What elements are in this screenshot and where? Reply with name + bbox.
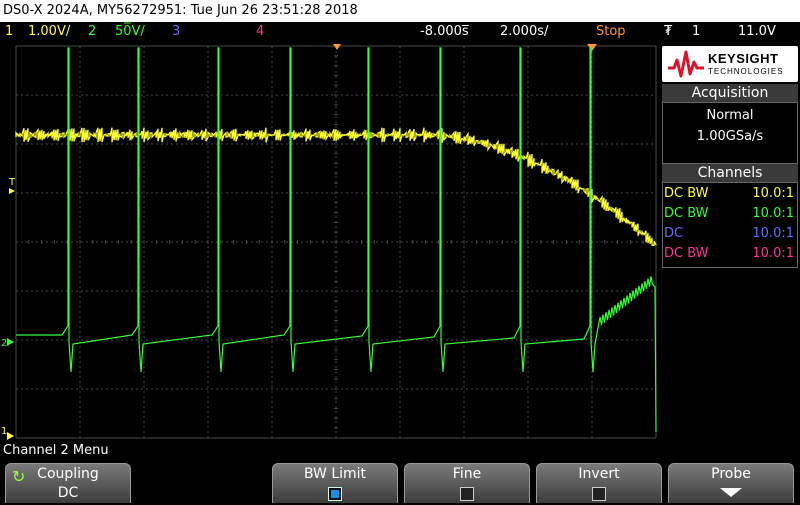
fine-softkey[interactable]: Fine bbox=[404, 463, 530, 503]
ch3-number[interactable]: 3 bbox=[172, 22, 180, 42]
info-panel: KEYSIGHT TECHNOLOGIES Acquisition Normal… bbox=[660, 42, 800, 442]
trigger-source[interactable]: 1 bbox=[692, 22, 700, 42]
acquisition-header[interactable]: Acquisition bbox=[662, 84, 798, 102]
chevron-down-icon bbox=[720, 488, 742, 497]
keysight-wave-icon bbox=[668, 50, 704, 78]
brand-name: KEYSIGHT bbox=[708, 51, 779, 66]
bw-limit-checkbox[interactable] bbox=[328, 487, 342, 501]
ch1-scale[interactable]: 1.00V/ bbox=[28, 22, 70, 42]
ch1-number[interactable]: 1 bbox=[5, 22, 13, 42]
probe-softkey[interactable]: Probe bbox=[668, 463, 794, 503]
channel-row-1[interactable]: DC BW 10.0:1 bbox=[662, 184, 796, 204]
fine-checkbox[interactable] bbox=[460, 487, 474, 501]
channel-row-2[interactable]: DC BW 10.0:1 bbox=[662, 204, 796, 224]
window-title: DS0-X 2024A, MY56272951: Tue Jun 26 23:5… bbox=[0, 0, 800, 22]
softkey-bar: ↻ Coupling DC BW Limit Fine Invert Probe bbox=[0, 460, 800, 503]
rotary-knob-icon: ↻ bbox=[12, 467, 26, 486]
brand-sub: TECHNOLOGIES bbox=[708, 67, 784, 76]
invert-checkbox[interactable] bbox=[592, 487, 606, 501]
run-state[interactable]: Stop bbox=[596, 22, 626, 42]
keysight-logo: KEYSIGHT TECHNOLOGIES bbox=[662, 46, 798, 82]
channel-row-3[interactable]: DC 10.0:1 bbox=[662, 224, 796, 244]
ch2-number[interactable]: 2 bbox=[88, 22, 96, 42]
ch1-ground-marker[interactable]: 1 bbox=[1, 426, 7, 437]
sample-rate: 1.00GSa/s bbox=[696, 129, 764, 144]
trigger-level-marker[interactable]: T bbox=[8, 177, 16, 188]
channels-header[interactable]: Channels bbox=[662, 164, 798, 182]
acquisition-box: Normal 1.00GSa/s bbox=[662, 102, 798, 164]
menu-title: Channel 2 Menu bbox=[0, 442, 800, 460]
acquisition-mode: Normal bbox=[706, 108, 754, 123]
time-offset[interactable]: -8.000s̅ bbox=[420, 22, 469, 42]
waveform-display[interactable]: T 2 1 bbox=[0, 42, 660, 442]
ch2-scale[interactable]: 50̅V/ bbox=[115, 22, 145, 42]
coupling-softkey[interactable]: ↻ Coupling DC bbox=[5, 463, 131, 503]
ch4-number[interactable]: 4 bbox=[256, 22, 264, 42]
invert-softkey[interactable]: Invert bbox=[536, 463, 662, 503]
status-bar: 1 1.00V/ 2 50̅V/ 3 4 -8.000s̅ 2.000s/ St… bbox=[0, 22, 800, 42]
channel-row-4[interactable]: DC BW 10.0:1 bbox=[662, 244, 796, 264]
trigger-level[interactable]: 11.0V bbox=[738, 22, 776, 42]
time-scale[interactable]: 2.000s/ bbox=[500, 22, 548, 42]
bw-limit-softkey[interactable]: BW Limit bbox=[272, 463, 398, 503]
ch2-ground-marker[interactable]: 2 bbox=[1, 338, 7, 349]
trigger-edge-icon: ₮ bbox=[664, 24, 673, 39]
